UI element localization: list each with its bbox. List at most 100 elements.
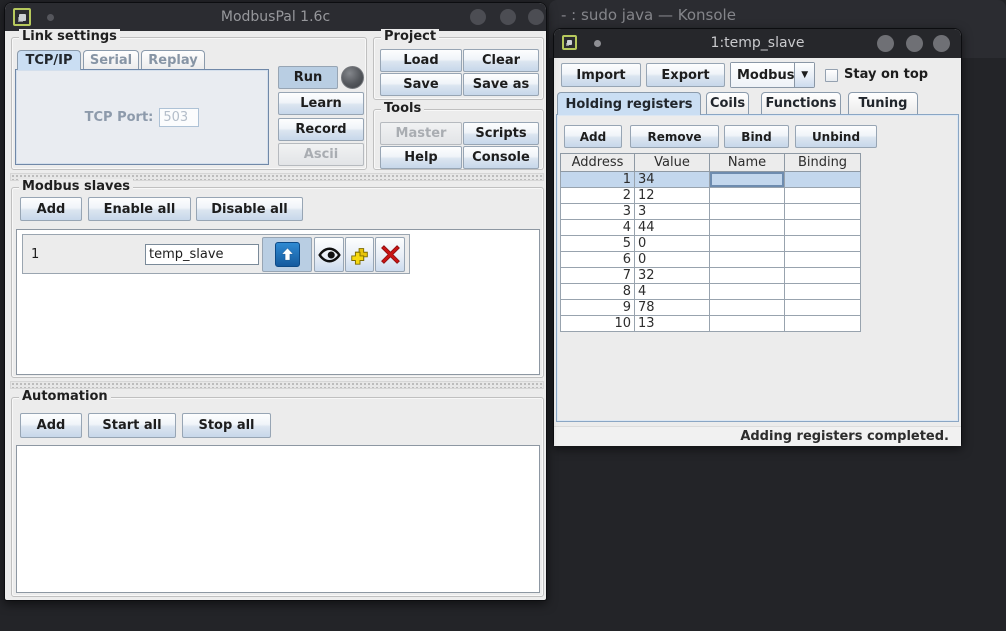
register-cell-address[interactable]: 2: [561, 188, 635, 204]
register-cell-name[interactable]: [710, 268, 785, 284]
register-cell-value[interactable]: 0: [635, 236, 710, 252]
tcp-port-input[interactable]: [159, 108, 199, 127]
save-button[interactable]: Save: [380, 73, 462, 96]
learn-button[interactable]: Learn: [278, 92, 364, 115]
minimize-button[interactable]: [877, 35, 894, 52]
register-cell-name[interactable]: [710, 188, 785, 204]
register-cell-name[interactable]: [710, 252, 785, 268]
chevron-down-icon[interactable]: ▼: [794, 63, 814, 87]
tab-tcpip[interactable]: TCP/IP: [17, 50, 81, 70]
tab-serial[interactable]: Serial: [83, 50, 139, 70]
register-cell-value[interactable]: 3: [635, 204, 710, 220]
slave-view-button[interactable]: [314, 237, 344, 272]
register-row[interactable]: 1013: [561, 316, 861, 332]
clear-button[interactable]: Clear: [463, 49, 539, 72]
register-add-button[interactable]: Add: [564, 125, 622, 148]
register-cell-binding[interactable]: [785, 204, 861, 220]
record-button[interactable]: Record: [278, 118, 364, 141]
register-cell-value[interactable]: 44: [635, 220, 710, 236]
register-cell-binding[interactable]: [785, 252, 861, 268]
register-bind-button[interactable]: Bind: [724, 125, 789, 148]
close-button[interactable]: [933, 35, 950, 52]
register-cell-name[interactable]: [710, 236, 785, 252]
register-row[interactable]: 732: [561, 268, 861, 284]
disable-all-button[interactable]: Disable all: [196, 197, 303, 221]
maximize-button[interactable]: [906, 35, 923, 52]
column-header-value[interactable]: Value: [635, 154, 710, 172]
column-header-name[interactable]: Name: [710, 154, 785, 172]
register-cell-binding[interactable]: [785, 236, 861, 252]
tab-coils[interactable]: Coils: [706, 92, 749, 114]
tab-replay[interactable]: Replay: [141, 50, 205, 70]
enable-all-button[interactable]: Enable all: [88, 197, 191, 221]
register-cell-value[interactable]: 4: [635, 284, 710, 300]
register-cell-name[interactable]: [710, 316, 785, 332]
register-cell-name[interactable]: [710, 220, 785, 236]
register-row[interactable]: 978: [561, 300, 861, 316]
register-cell-value[interactable]: 32: [635, 268, 710, 284]
column-header-address[interactable]: Address: [561, 154, 635, 172]
console-button[interactable]: Console: [463, 146, 539, 169]
save-as-button[interactable]: Save as: [463, 73, 539, 96]
tab-functions[interactable]: Functions: [761, 92, 841, 114]
register-cell-name[interactable]: [710, 300, 785, 316]
slave-duplicate-button[interactable]: [345, 237, 374, 272]
register-cell-binding[interactable]: [785, 220, 861, 236]
slave-enable-toggle[interactable]: [262, 237, 312, 272]
register-cell-value[interactable]: 34: [635, 172, 710, 188]
register-cell-name[interactable]: [710, 204, 785, 220]
register-cell-binding[interactable]: [785, 316, 861, 332]
register-cell-address[interactable]: 7: [561, 268, 635, 284]
master-button[interactable]: Master: [380, 122, 462, 145]
register-cell-binding[interactable]: [785, 172, 861, 188]
modbus-mode-combobox[interactable]: Modbus ▼: [730, 62, 815, 88]
register-row[interactable]: 444: [561, 220, 861, 236]
register-row[interactable]: 84: [561, 284, 861, 300]
close-button[interactable]: [528, 9, 544, 25]
register-cell-address[interactable]: 4: [561, 220, 635, 236]
temp-slave-titlebar[interactable]: 1:temp_slave: [554, 29, 961, 58]
modbuspal-titlebar[interactable]: ModbusPal 1.6c: [5, 3, 546, 31]
register-cell-value[interactable]: 78: [635, 300, 710, 316]
register-cell-address[interactable]: 6: [561, 252, 635, 268]
register-row[interactable]: 33: [561, 204, 861, 220]
ascii-button[interactable]: Ascii: [278, 143, 364, 166]
stay-on-top-checkbox[interactable]: [825, 69, 838, 82]
import-button[interactable]: Import: [561, 63, 641, 87]
register-row[interactable]: 60: [561, 252, 861, 268]
start-all-button[interactable]: Start all: [88, 413, 176, 438]
register-cell-address[interactable]: 8: [561, 284, 635, 300]
register-row[interactable]: 50: [561, 236, 861, 252]
register-cell-address[interactable]: 5: [561, 236, 635, 252]
register-cell-address[interactable]: 10: [561, 316, 635, 332]
slave-row[interactable]: 1: [22, 234, 410, 274]
register-cell-name[interactable]: [710, 284, 785, 300]
register-cell-value[interactable]: 13: [635, 316, 710, 332]
register-cell-address[interactable]: 9: [561, 300, 635, 316]
register-cell-binding[interactable]: [785, 284, 861, 300]
run-button[interactable]: Run: [278, 66, 338, 89]
register-cell-address[interactable]: 1: [561, 172, 635, 188]
register-cell-binding[interactable]: [785, 188, 861, 204]
minimize-button[interactable]: [470, 9, 486, 25]
scripts-button[interactable]: Scripts: [463, 122, 539, 145]
load-button[interactable]: Load: [380, 49, 462, 72]
help-button[interactable]: Help: [380, 146, 462, 169]
register-cell-binding[interactable]: [785, 300, 861, 316]
slave-delete-button[interactable]: [375, 237, 405, 272]
register-cell-value[interactable]: 0: [635, 252, 710, 268]
tab-holding-registers[interactable]: Holding registers: [557, 92, 701, 115]
register-remove-button[interactable]: Remove: [630, 125, 719, 148]
register-unbind-button[interactable]: Unbind: [795, 125, 877, 148]
register-cell-address[interactable]: 3: [561, 204, 635, 220]
automation-add-button[interactable]: Add: [20, 413, 82, 438]
export-button[interactable]: Export: [646, 63, 725, 87]
register-cell-binding[interactable]: [785, 268, 861, 284]
register-cell-name[interactable]: [710, 172, 785, 188]
maximize-button[interactable]: [500, 9, 516, 25]
register-cell-value[interactable]: 12: [635, 188, 710, 204]
stop-all-button[interactable]: Stop all: [182, 413, 271, 438]
column-header-binding[interactable]: Binding: [785, 154, 861, 172]
register-row[interactable]: 212: [561, 188, 861, 204]
slave-add-button[interactable]: Add: [20, 197, 82, 221]
